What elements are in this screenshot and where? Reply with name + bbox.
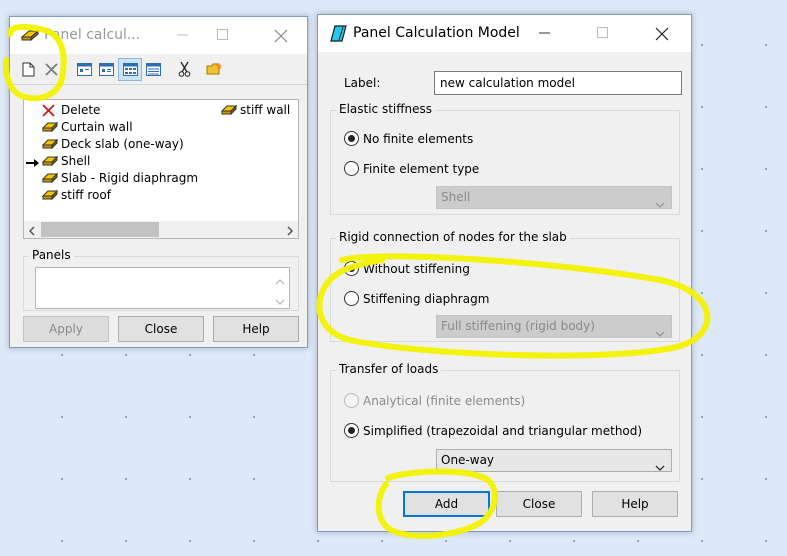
- title-bar[interactable]: Panel Calculation Model: [318, 15, 691, 52]
- scroll-right-icon[interactable]: [286, 225, 294, 239]
- list-item-label: Deck slab (one-way): [61, 137, 184, 151]
- help-button[interactable]: Help: [592, 491, 678, 517]
- rigid-connection-title: Rigid connection of nodes for the slab: [336, 230, 570, 244]
- chevron-down-icon: [655, 194, 665, 215]
- transfer-of-loads-group: Transfer of loads Analytical (finite ele…: [330, 362, 680, 482]
- stiffening-diaphragm-label[interactable]: Stiffening diaphragm: [363, 292, 489, 306]
- folder-star-icon[interactable]: [206, 62, 223, 79]
- finite-element-type-label[interactable]: Finite element type: [363, 162, 479, 176]
- minimize-button[interactable]: [530, 21, 560, 47]
- panel-calculation-list-window: Panel calcul... Delete Curtain wall Deck…: [9, 16, 308, 348]
- scroll-up-icon[interactable]: [275, 274, 285, 288]
- list-view-icon[interactable]: [77, 63, 92, 79]
- slab-icon: [41, 172, 59, 189]
- details-view-icon[interactable]: [99, 63, 114, 79]
- label-caption: Label:: [344, 76, 381, 90]
- no-finite-elements-radio[interactable]: [344, 131, 359, 146]
- list-item-label: Shell: [61, 154, 91, 168]
- list-item-label: stiff roof: [61, 188, 111, 202]
- help-button[interactable]: Help: [213, 316, 299, 342]
- without-stiffening-label[interactable]: Without stiffening: [363, 262, 470, 276]
- close-button[interactable]: Close: [496, 491, 582, 517]
- maximize-button[interactable]: [588, 21, 618, 47]
- finite-element-type-value: Shell: [441, 190, 471, 204]
- model-list[interactable]: Delete Curtain wall Deck slab (one-way) …: [23, 99, 299, 239]
- chevron-down-icon: [655, 457, 665, 478]
- list-item-label: Delete: [61, 103, 101, 117]
- close-window-button[interactable]: [266, 23, 296, 49]
- chevron-down-icon: [655, 323, 665, 344]
- window-title: Panel Calculation Model: [353, 25, 520, 41]
- slab-icon: [41, 121, 59, 138]
- label-input[interactable]: new calculation model: [434, 71, 682, 95]
- list-item-label: stiff wall: [240, 103, 291, 117]
- toolbar: [10, 55, 307, 85]
- finite-element-type-select[interactable]: Shell: [436, 186, 672, 209]
- without-stiffening-radio[interactable]: [344, 261, 359, 276]
- add-button[interactable]: Add: [403, 491, 490, 517]
- simplified-label[interactable]: Simplified (trapezoidal and triangular m…: [363, 424, 642, 438]
- maximize-button[interactable]: [208, 23, 238, 49]
- simplified-radio[interactable]: [344, 423, 359, 438]
- slab-icon: [220, 104, 238, 121]
- rigid-connection-group: Rigid connection of nodes for the slab W…: [330, 230, 680, 342]
- delete-x-icon[interactable]: [45, 63, 58, 79]
- scissors-icon[interactable]: [178, 61, 191, 80]
- minimize-button[interactable]: [168, 23, 198, 49]
- stiffening-type-value: Full stiffening (rigid body): [441, 319, 595, 333]
- app-icon: [20, 28, 40, 45]
- current-arrow-icon: [26, 157, 40, 171]
- stiffening-type-select[interactable]: Full stiffening (rigid body): [436, 315, 672, 338]
- slab-icon: [41, 189, 59, 206]
- label-input-value: new calculation model: [440, 76, 575, 90]
- table-view-icon[interactable]: [146, 63, 161, 79]
- no-finite-elements-label[interactable]: No finite elements: [363, 132, 473, 146]
- slab-icon: [41, 155, 59, 172]
- window-title: Panel calcul...: [44, 27, 141, 43]
- list-item-label: Slab - Rigid diaphragm: [61, 171, 199, 185]
- panels-group-title: Panels: [29, 248, 74, 262]
- delete-x-icon: [42, 104, 55, 122]
- scroll-thumb[interactable]: [41, 222, 159, 237]
- model-icon: [330, 25, 348, 45]
- apply-button[interactable]: Apply: [23, 316, 109, 342]
- stiffening-diaphragm-radio[interactable]: [344, 291, 359, 306]
- grid-view-icon[interactable]: [118, 58, 142, 81]
- close-button[interactable]: Close: [118, 316, 204, 342]
- transfer-of-loads-title: Transfer of loads: [336, 362, 442, 376]
- panel-calculation-model-dialog: Panel Calculation Model Label: new calcu…: [317, 14, 692, 532]
- elastic-stiffness-group: Elastic stiffness No finite elements Fin…: [330, 102, 680, 215]
- panels-field[interactable]: [35, 267, 290, 309]
- scroll-left-icon[interactable]: [28, 225, 36, 239]
- elastic-stiffness-title: Elastic stiffness: [336, 102, 436, 116]
- load-direction-select[interactable]: One-way: [436, 449, 672, 472]
- load-direction-value: One-way: [441, 453, 495, 467]
- panels-group: Panels: [23, 248, 299, 311]
- analytical-radio[interactable]: [344, 393, 359, 408]
- new-icon[interactable]: [22, 62, 35, 80]
- analytical-label[interactable]: Analytical (finite elements): [363, 394, 525, 408]
- slab-icon: [41, 138, 59, 155]
- horizontal-scrollbar[interactable]: [24, 221, 298, 238]
- title-bar[interactable]: Panel calcul...: [10, 17, 307, 54]
- scroll-down-icon[interactable]: [275, 295, 285, 309]
- list-item-label: Curtain wall: [61, 120, 133, 134]
- finite-element-type-radio[interactable]: [344, 161, 359, 176]
- close-window-button[interactable]: [647, 21, 677, 47]
